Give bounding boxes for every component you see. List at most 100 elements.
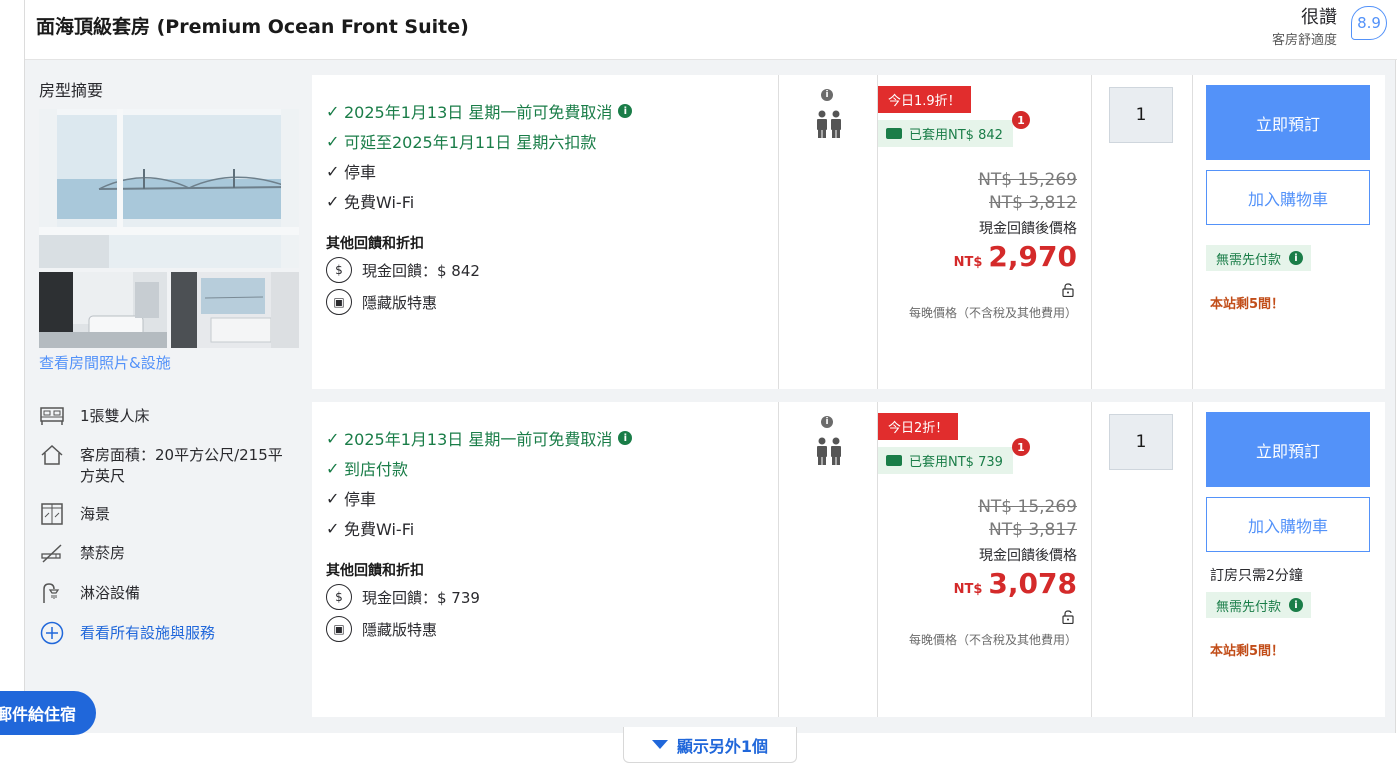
email-property-button[interactable]: 郵件給住宿: [0, 691, 96, 735]
summary-title: 房型摘要: [39, 81, 104, 100]
benefits-column: ✓ 2025年1月13日 星期一前可免費取消 i ✓ 可延至2025年1月11日…: [312, 75, 779, 389]
facility-label: 海景: [80, 505, 111, 523]
benefit-parking: ✓ 停車: [326, 486, 376, 510]
no-prepayment-badge: 無需先付款 i: [1206, 245, 1312, 271]
coupon-count-badge: 1: [1012, 438, 1030, 456]
benefit-text: 2025年1月13日 星期一前可免費取消: [344, 103, 613, 122]
rate-offer-2: ✓ 2025年1月13日 星期一前可免費取消 i ✓ 到店付款 ✓ 停車 ✓ 免…: [312, 402, 1385, 717]
benefit-text: 免費Wi-Fi: [344, 520, 415, 539]
add-to-cart-button[interactable]: 加入購物車: [1206, 497, 1370, 552]
cashback-row: $ 現金回饋：$ 739: [326, 584, 480, 610]
plus-circle-icon[interactable]: [39, 620, 65, 646]
room-quantity-select[interactable]: 1: [1109, 414, 1173, 470]
price-column: 今日1.9折！ 已套用NT$ 842 1 NT$ 15,269 NT$ 3,81…: [878, 75, 1092, 389]
gift-icon: ▣: [326, 616, 352, 642]
rating-word: 很讚: [1301, 7, 1337, 28]
room-photo-thumb-2[interactable]: [171, 272, 299, 348]
show-more-rates-button[interactable]: 顯示另外1個: [623, 727, 797, 763]
coupon-text: 已套用NT$ 842: [909, 128, 1003, 143]
info-icon[interactable]: i: [618, 431, 633, 445]
facility-label: 禁菸房: [80, 544, 126, 562]
booking-column: 立即預訂 加入購物車 訂房只需2分鐘 無需先付款 i 本站剩5間！: [1193, 402, 1385, 717]
coupon-count-badge: 1: [1012, 111, 1030, 129]
benefit-delayed-charge: ✓ 可延至2025年1月11日 星期六扣款: [326, 129, 596, 153]
crossed-price: NT$ 3,812: [989, 193, 1077, 213]
check-icon: ✓: [326, 191, 340, 211]
price-value: 3,078: [988, 567, 1077, 600]
bathroom-view-photo-image: [171, 272, 299, 348]
benefit-text: 到店付款: [344, 460, 409, 479]
final-price: NT$ 2,970: [954, 240, 1077, 273]
two-adults-icon: [817, 110, 841, 138]
room-photo-thumb-1[interactable]: [39, 272, 167, 348]
nightly-note: 每晚價格（不含稅及其他費用）: [908, 633, 1077, 647]
benefit-text: 可延至2025年1月11日 星期六扣款: [344, 133, 597, 152]
no-prepayment-text: 無需先付款: [1216, 599, 1282, 615]
benefits-column: ✓ 2025年1月13日 星期一前可免費取消 i ✓ 到店付款 ✓ 停車 ✓ 免…: [312, 402, 779, 717]
bed-icon: [39, 403, 65, 429]
all-facilities-link[interactable]: 看看所有設施與服務: [80, 623, 290, 644]
benefit-wifi: ✓ 免費Wi-Fi: [326, 516, 414, 540]
all-facilities-row[interactable]: 看看所有設施與服務: [39, 620, 215, 646]
check-icon: ✓: [326, 458, 340, 478]
facility-item: 1張雙人床: [39, 403, 150, 429]
info-icon[interactable]: i: [618, 104, 633, 118]
no-smoking-icon: [39, 540, 65, 566]
benefit-wifi: ✓ 免費Wi-Fi: [326, 189, 414, 213]
final-price: NT$ 3,078: [954, 567, 1077, 600]
facility-item: 禁菸房: [39, 540, 125, 566]
facility-label: 1張雙人床: [80, 407, 150, 425]
shower-icon: [39, 580, 65, 606]
price-currency: NT$: [953, 255, 983, 270]
benefit-text: 停車: [344, 490, 377, 509]
occupancy-info-icon[interactable]: i: [821, 89, 833, 101]
facility-item: 海景: [39, 501, 110, 527]
rating-score-badge[interactable]: 8.9: [1351, 6, 1387, 40]
original-price: NT$ 15,269: [978, 497, 1077, 517]
rooms-left-notice: 本站剩5間！: [1210, 644, 1285, 659]
rooms-left-notice: 本站剩5間！: [1210, 297, 1285, 312]
add-to-cart-button[interactable]: 加入購物車: [1206, 170, 1370, 225]
facility-label: 客房面積：20平方公尺/215平方英尺: [80, 446, 283, 485]
room-quantity-select[interactable]: 1: [1109, 87, 1173, 143]
room-header: 面海頂級套房 (Premium Ocean Front Suite) 很讚 客房…: [25, 0, 1397, 60]
book-now-button[interactable]: 立即預訂: [1206, 412, 1370, 487]
price-label: 現金回饋後價格: [979, 221, 1077, 237]
check-icon: ✓: [326, 488, 340, 508]
room-photo-image: [39, 109, 299, 268]
bathroom-photo-image: [39, 272, 167, 348]
benefit-free-cancel: ✓ 2025年1月13日 星期一前可免費取消 i: [326, 426, 633, 450]
benefit-free-cancel: ✓ 2025年1月13日 星期一前可免費取消 i: [326, 99, 633, 123]
price-column: 今日2折！ 已套用NT$ 739 1 NT$ 15,269 NT$ 3,817 …: [878, 402, 1092, 717]
benefit-text: 2025年1月13日 星期一前可免費取消: [344, 430, 613, 449]
other-rewards-title: 其他回饋和折扣: [326, 563, 424, 579]
coupon-icon: [886, 455, 902, 466]
room-card: 面海頂級套房 (Premium Ocean Front Suite) 很讚 客房…: [24, 0, 1397, 733]
coupon-applied[interactable]: 已套用NT$ 842: [878, 120, 1013, 147]
occupancy-info-icon[interactable]: i: [821, 416, 833, 428]
rating-subtitle: 客房舒適度: [1271, 33, 1337, 48]
info-icon[interactable]: i: [1289, 598, 1304, 612]
photo-gallery-link[interactable]: 查看房間照片&設施: [39, 352, 171, 373]
occupancy-column: i: [779, 402, 878, 717]
window-icon: [39, 501, 65, 527]
price-currency: NT$: [953, 582, 983, 597]
hidden-deal-text: 隱藏版特惠: [362, 620, 438, 639]
price-label: 現金回饋後價格: [979, 548, 1077, 564]
hidden-deal-row: ▣ 隱藏版特惠: [326, 289, 437, 315]
room-photo-main[interactable]: [39, 109, 299, 268]
benefit-pay-at-property: ✓ 到店付款: [326, 456, 408, 480]
coupon-applied[interactable]: 已套用NT$ 739: [878, 447, 1013, 474]
booking-column: 立即預訂 加入購物車 無需先付款 i 本站剩5間！: [1193, 75, 1385, 389]
book-now-button[interactable]: 立即預訂: [1206, 85, 1370, 160]
deal-tag: 今日2折！: [878, 413, 959, 440]
nightly-note: 每晚價格（不含稅及其他費用）: [908, 306, 1077, 320]
show-more-label: 顯示另外1個: [676, 736, 769, 756]
check-icon: ✓: [326, 101, 340, 121]
check-icon: ✓: [326, 161, 340, 181]
cashback-icon: $: [326, 257, 352, 283]
coupon-icon: [886, 128, 902, 139]
info-icon[interactable]: i: [1289, 251, 1304, 265]
crossed-price: NT$ 3,817: [989, 520, 1077, 540]
gift-icon: ▣: [326, 289, 352, 315]
